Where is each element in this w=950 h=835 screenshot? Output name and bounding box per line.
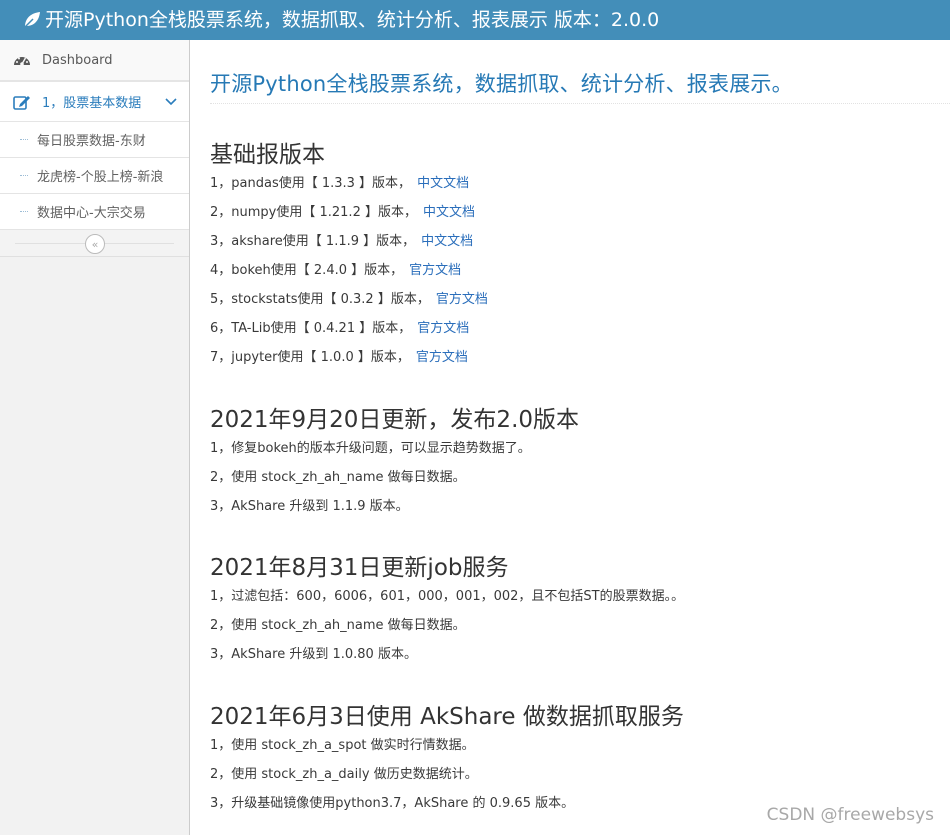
doc-link[interactable]: 中文文档 <box>417 176 469 191</box>
doc-link[interactable]: 中文文档 <box>423 205 475 220</box>
list-item: 5，stockstats使用【 0.3.2 】版本， 官方文档 <box>210 285 488 314</box>
list-item: 1，修复bokeh的版本升级问题，可以显示趋势数据了。 <box>210 441 531 456</box>
list-item: 2，使用 stock_zh_ah_name 做每日数据。 <box>210 618 466 633</box>
submenu-tick <box>20 139 28 140</box>
section-update-2021-06-03: 2021年6月3日使用 AkShare 做数据抓取服务 1，使用 stock_z… <box>210 697 684 818</box>
submenu-item-label: 龙虎榜-个股上榜-新浪 <box>37 170 164 185</box>
list-item: 3，AkShare 升级到 1.1.9 版本。 <box>210 499 409 514</box>
doc-link[interactable]: 官方文档 <box>436 292 488 307</box>
section-heading: 2021年6月3日使用 AkShare 做数据抓取服务 <box>210 704 684 730</box>
sidebar-collapse-bar: « <box>0 230 189 257</box>
list-item-text: 3，akshare使用【 1.1.9 】版本， <box>210 234 416 249</box>
section-base-versions: 基础报版本 1，pandas使用【 1.3.3 】版本， 中文文档 2，numpy… <box>210 135 488 372</box>
sidebar-item-stock-basic-data[interactable]: 1，股票基本数据 <box>0 81 189 122</box>
edit-icon <box>12 92 32 112</box>
section-heading: 基础报版本 <box>210 142 325 168</box>
sidebar-item-dashboard[interactable]: Dashboard <box>0 40 189 81</box>
sidebar-item-label: Dashboard <box>42 52 113 68</box>
list-item-text: 6，TA-Lib使用【 0.4.21 】版本， <box>210 321 412 336</box>
section-heading: 2021年8月31日更新job服务 <box>210 555 509 581</box>
submenu-item-label: 每日股票数据-东财 <box>37 134 146 149</box>
top-navbar: 开源Python全栈股票系统，数据抓取、统计分析、报表展示 版本：2.0.0 <box>0 0 950 40</box>
sidebar: Dashboard 1，股票基本数据 每日股票数据-东财 龙虎榜-个股上榜-新浪 <box>0 40 190 835</box>
doc-link[interactable]: 官方文档 <box>409 263 461 278</box>
list-item-text: 7，jupyter使用【 1.0.0 】版本， <box>210 350 410 365</box>
main-content: 开源Python全栈股票系统，数据抓取、统计分析、报表展示。 基础报版本 1，p… <box>210 40 950 811</box>
submenu-item-block-trade[interactable]: 数据中心-大宗交易 <box>0 194 189 230</box>
page-title: 开源Python全栈股票系统，数据抓取、统计分析、报表展示。 <box>210 68 950 104</box>
submenu-item-dragon-tiger-list[interactable]: 龙虎榜-个股上榜-新浪 <box>0 158 189 194</box>
list-item: 4，bokeh使用【 2.4.0 】版本， 官方文档 <box>210 256 488 285</box>
sidebar-item-label: 1，股票基本数据 <box>42 96 142 111</box>
list-item: 2，使用 stock_zh_ah_name 做每日数据。 <box>210 470 466 485</box>
section-heading: 2021年9月20日更新，发布2.0版本 <box>210 407 580 433</box>
app-brand-title[interactable]: 开源Python全栈股票系统，数据抓取、统计分析、报表展示 版本：2.0.0 <box>45 0 659 40</box>
list-item: 3，AkShare 升级到 1.0.80 版本。 <box>210 647 417 662</box>
list-item-text: 2，numpy使用【 1.21.2 】版本， <box>210 205 417 220</box>
list-item: 7，jupyter使用【 1.0.0 】版本， 官方文档 <box>210 343 488 372</box>
submenu-tick <box>20 175 28 176</box>
list-item: 1，过滤包括：600，6006，601，000，001，002，且不包括ST的股… <box>210 589 685 604</box>
list-item-text: 1，pandas使用【 1.3.3 】版本， <box>210 176 412 191</box>
list-item: 1，使用 stock_zh_a_spot 做实时行情数据。 <box>210 738 475 753</box>
submenu-item-label: 数据中心-大宗交易 <box>37 206 146 221</box>
list-item: 3，升级基础镜像使用python3.7，AkShare 的 0.9.65 版本。 <box>210 796 575 811</box>
list-item: 3，akshare使用【 1.1.9 】版本， 中文文档 <box>210 227 488 256</box>
submenu-item-daily-stock-data[interactable]: 每日股票数据-东财 <box>0 122 189 158</box>
doc-link[interactable]: 官方文档 <box>416 350 468 365</box>
list-item: 2，使用 stock_zh_a_daily 做历史数据统计。 <box>210 767 478 782</box>
sidebar-submenu: 每日股票数据-东财 龙虎榜-个股上榜-新浪 数据中心-大宗交易 <box>0 122 189 230</box>
watermark: CSDN @freewebsys <box>766 805 934 825</box>
dashboard-icon <box>12 50 32 70</box>
collapse-sidebar-button[interactable]: « <box>85 234 105 254</box>
list-item: 6，TA-Lib使用【 0.4.21 】版本， 官方文档 <box>210 314 488 343</box>
chevron-down-icon <box>165 95 177 107</box>
section-update-2021-08-31: 2021年8月31日更新job服务 1，过滤包括：600，6006，601，00… <box>210 548 684 669</box>
list-item-text: 4，bokeh使用【 2.4.0 】版本， <box>210 263 404 278</box>
submenu-tick <box>20 211 28 212</box>
doc-link[interactable]: 官方文档 <box>417 321 469 336</box>
section-update-2021-09-20: 2021年9月20日更新，发布2.0版本 1，修复bokeh的版本升级问题，可以… <box>210 400 579 521</box>
list-item-text: 5，stockstats使用【 0.3.2 】版本， <box>210 292 430 307</box>
list-item: 2，numpy使用【 1.21.2 】版本， 中文文档 <box>210 198 488 227</box>
list-item: 1，pandas使用【 1.3.3 】版本， 中文文档 <box>210 169 488 198</box>
double-chevron-left-icon: « <box>91 237 99 251</box>
leaf-icon <box>22 10 42 30</box>
doc-link[interactable]: 中文文档 <box>421 234 473 249</box>
